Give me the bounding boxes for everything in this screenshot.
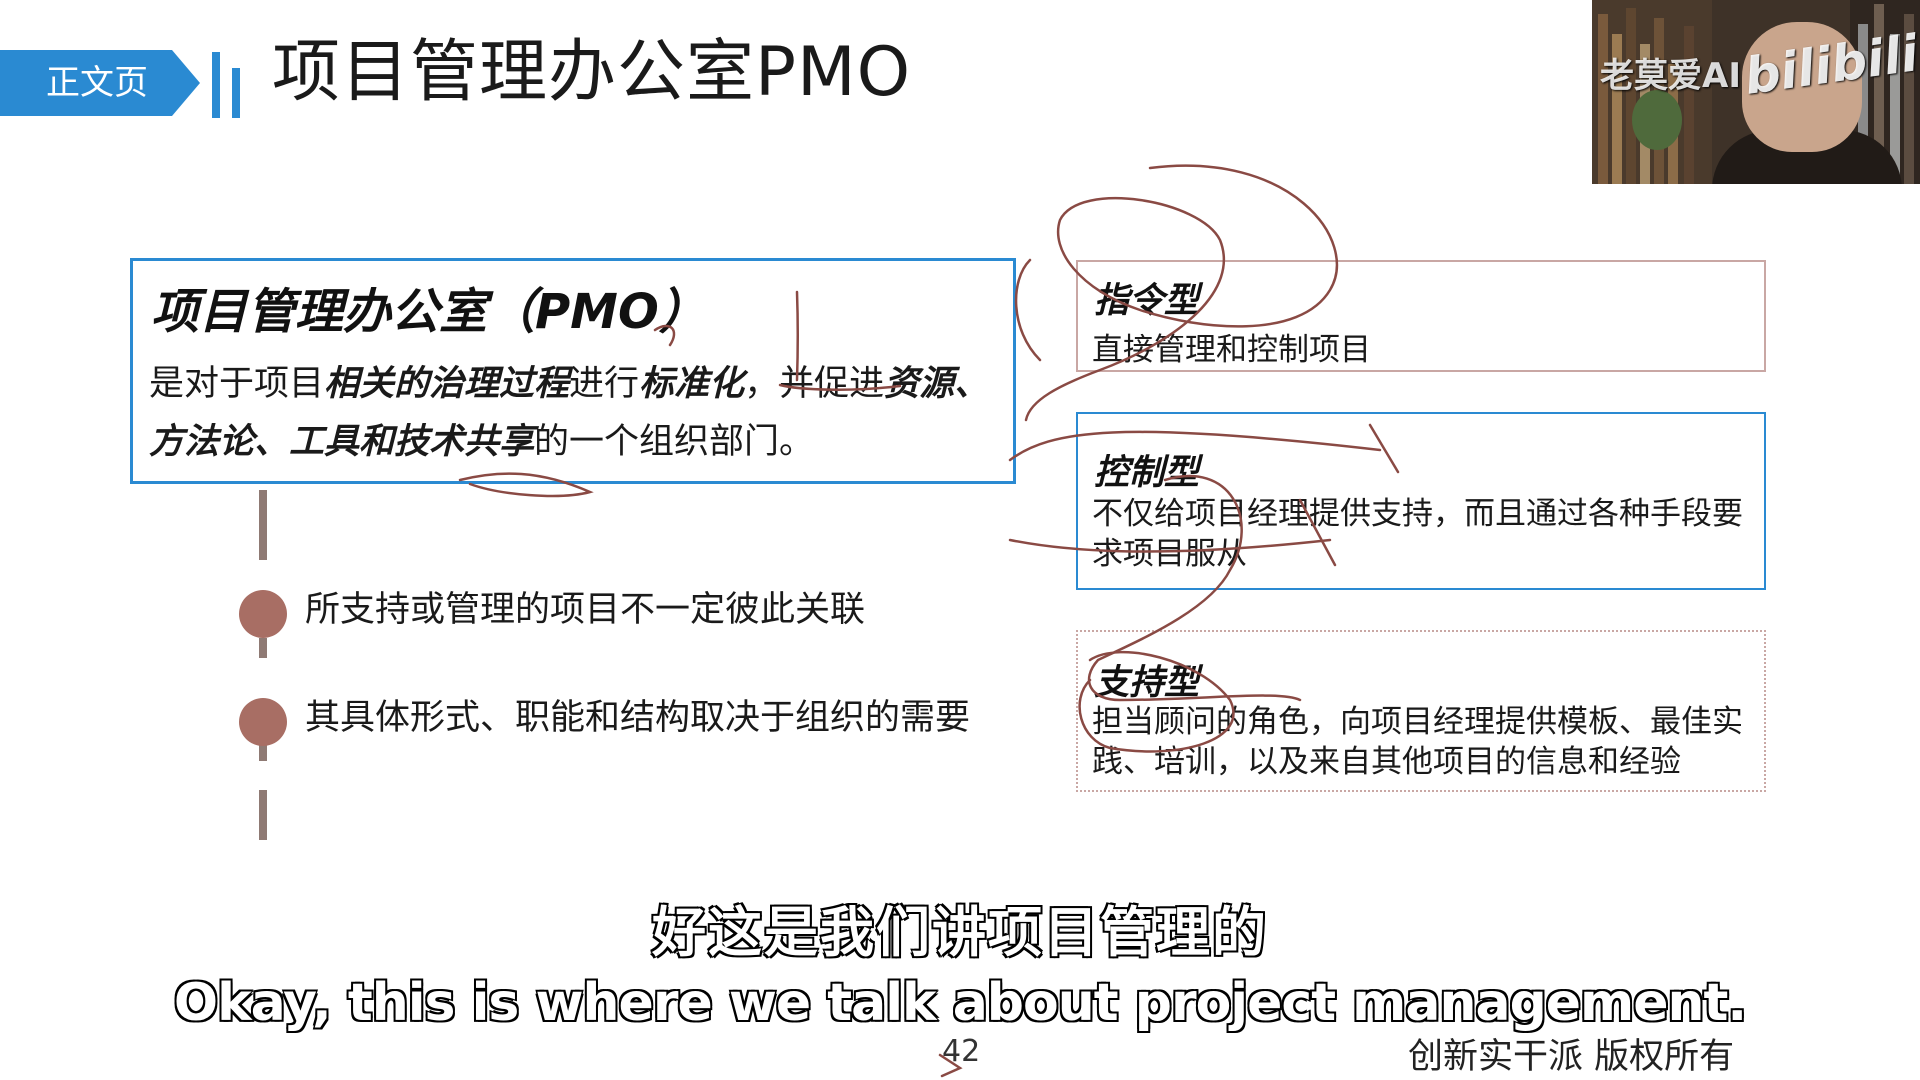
timeline-segment	[259, 745, 267, 761]
section-tag: 正文页	[0, 50, 200, 116]
section-tag-label: 正文页	[46, 63, 148, 103]
timeline-segment	[259, 490, 267, 560]
definition-highlight: 标准化	[639, 364, 745, 404]
webcam-overlay: 老莫爱AI bilibili	[1592, 0, 1920, 184]
page-number: 42	[942, 1034, 981, 1069]
copyright: 创新实干派 版权所有	[1408, 1037, 1735, 1077]
definition-text: 的一个组织部门。	[534, 422, 815, 462]
definition-highlight: 相关的治理过程	[324, 364, 570, 404]
bullet-text: 其具体形式、职能和结构取决于组织的需要	[305, 698, 971, 738]
card-title: 指令型	[1094, 281, 1200, 321]
pmo-type-card-directive: 指令型 直接管理和控制项目	[1076, 260, 1766, 372]
pmo-definition-box: 项目管理办公室（PMO） 是对于项目相关的治理过程进行标准化，并促进资源、方法论…	[130, 258, 1016, 484]
card-description: 担当顾问的角色，向项目经理提供模板、最佳实践、培训，以及来自其他项目的信息和经验	[1092, 704, 1743, 780]
bullet-dot	[239, 698, 287, 746]
bullet-dot	[239, 590, 287, 638]
bullet-text: 所支持或管理的项目不一定彼此关联	[305, 590, 866, 630]
pmo-type-card-controlling: 控制型 不仅给项目经理提供支持，而且通过各种手段要求项目服从	[1076, 412, 1766, 590]
definition-text: 进行	[569, 364, 640, 404]
card-description: 直接管理和控制项目	[1092, 332, 1371, 368]
pmo-type-card-supportive: 支持型 担当顾问的角色，向项目经理提供模板、最佳实践、培训，以及来自其他项目的信…	[1076, 630, 1766, 792]
watermark-channel: 老莫爱AI	[1600, 56, 1741, 96]
plant	[1632, 90, 1682, 150]
title-accent-bar-2	[232, 68, 240, 118]
card-title: 支持型	[1094, 663, 1200, 703]
annotation-curve	[1014, 258, 1042, 362]
definition-body: 是对于项目相关的治理过程进行标准化，并促进资源、方法论、工具和技术共享的一个组织…	[149, 355, 999, 471]
slide: 正文页 项目管理办公室PMO 老莫爱AI bilibili 项目管理办公室（PM…	[0, 0, 1920, 1080]
timeline-segment	[259, 790, 267, 840]
card-title: 控制型	[1094, 453, 1200, 493]
timeline-segment	[259, 638, 267, 658]
title-accent-bar-1	[212, 52, 220, 118]
card-description: 不仅给项目经理提供支持，而且通过各种手段要求项目服从	[1092, 496, 1743, 572]
definition-text: ，并促进	[744, 364, 885, 404]
book	[1598, 14, 1608, 184]
page-title: 项目管理办公室PMO	[272, 33, 912, 112]
subtitle-chinese: 好这是我们讲项目管理的	[651, 900, 1268, 965]
definition-text: 是对于项目	[149, 364, 325, 404]
subtitle-english: Okay, this is where we talk about projec…	[173, 972, 1748, 1034]
definition-title: 项目管理办公室（PMO）	[151, 284, 707, 340]
